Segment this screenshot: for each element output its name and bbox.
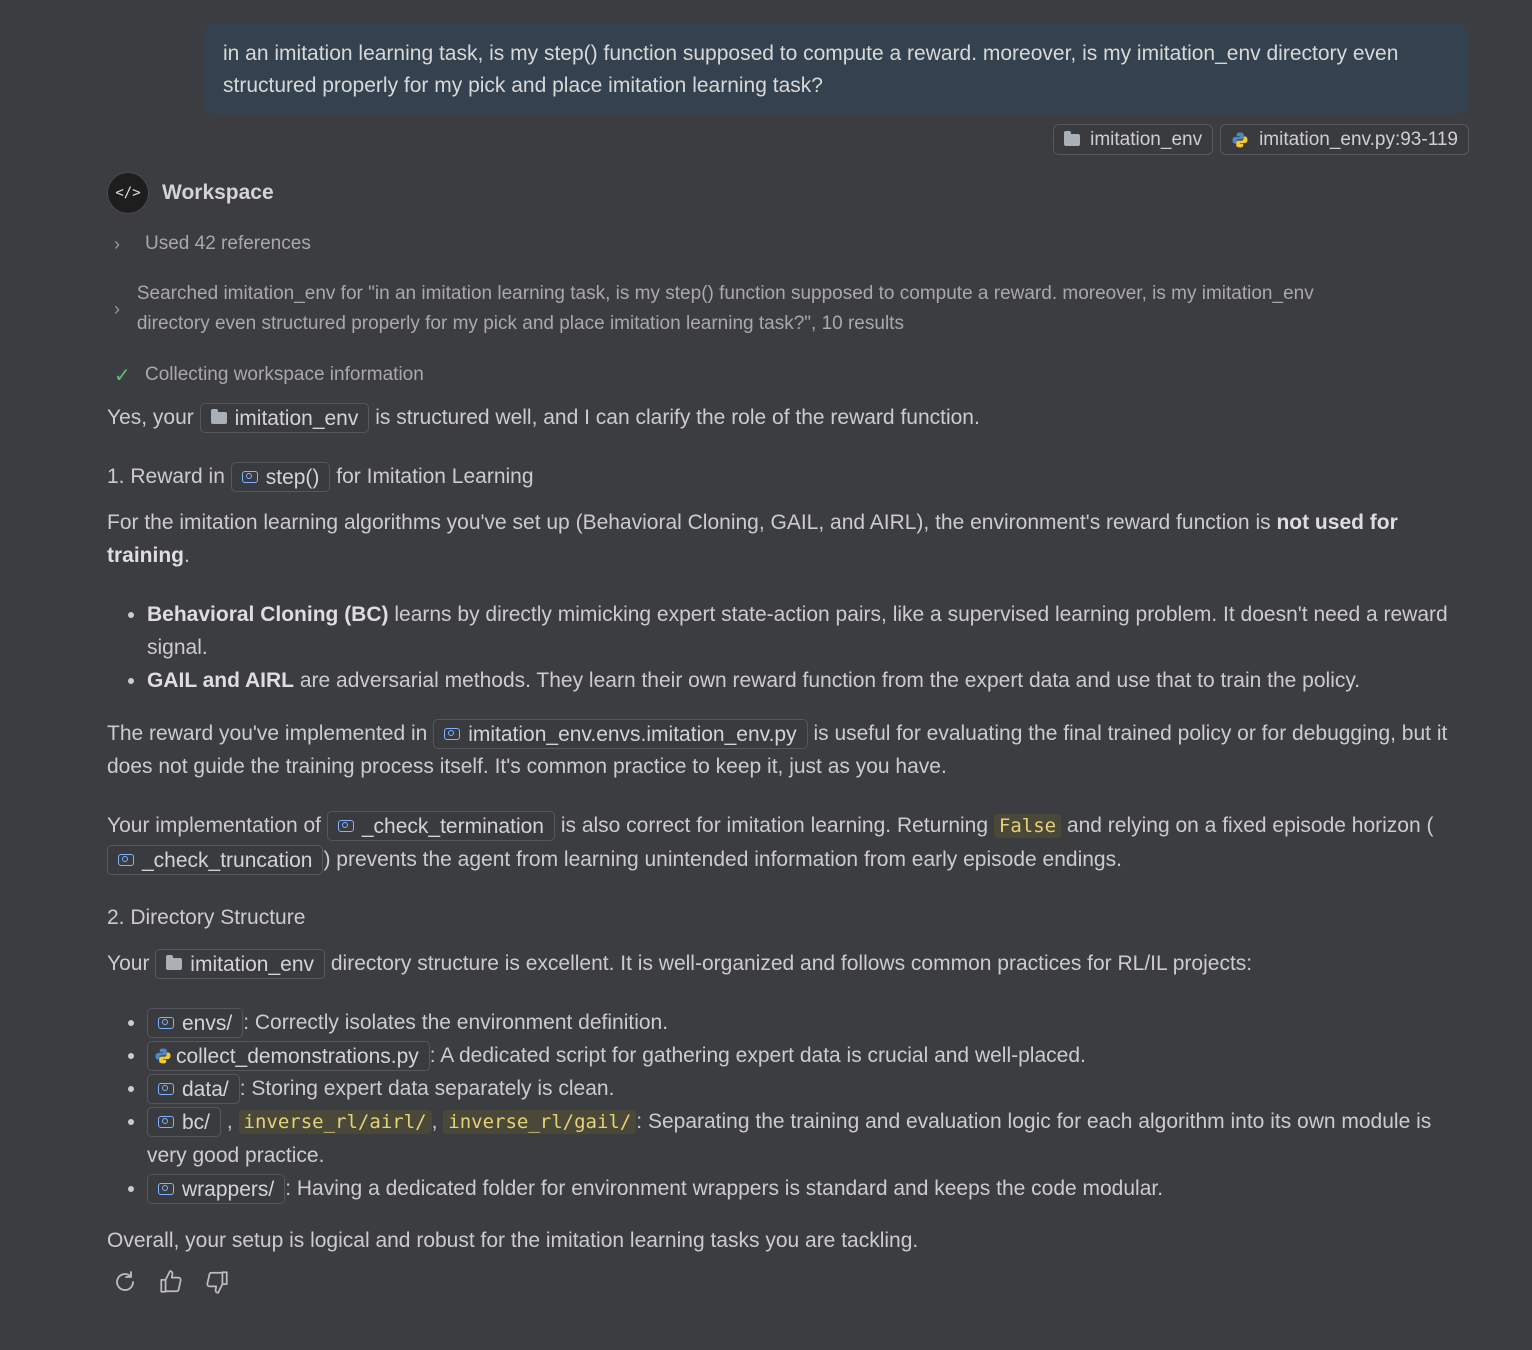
- list-item: bc/ , inverse_rl/airl/, inverse_rl/gail/…: [147, 1105, 1469, 1172]
- paragraph-reward: For the imitation learning algorithms yo…: [107, 511, 1398, 567]
- chevron-right-icon: ›: [114, 233, 120, 254]
- workspace-title: Workspace: [162, 181, 274, 204]
- list-item: wrappers/: Having a dedicated folder for…: [147, 1172, 1469, 1205]
- code-icon: </>: [107, 172, 149, 214]
- symbol-chip[interactable]: step(): [230, 462, 331, 493]
- inline-code: inverse_rl/gail/: [443, 1110, 637, 1134]
- attachment-label: imitation_env.py:93-119: [1259, 128, 1458, 150]
- symbol-chip[interactable]: data/: [147, 1074, 240, 1105]
- conclusion: Overall, your setup is logical and robus…: [107, 1229, 919, 1252]
- attachment-refs: imitation_env imitation_env.py:93-119: [1053, 124, 1469, 155]
- user-message: in an imitation learning task, is my ste…: [203, 24, 1469, 114]
- file-chip[interactable]: collect_demonstrations.py: [147, 1041, 430, 1072]
- thumbs-down-icon[interactable]: [204, 1268, 230, 1296]
- symbol-icon: [241, 471, 258, 484]
- folder-chip[interactable]: imitation_env: [155, 949, 326, 980]
- step-collecting: ✓ Collecting workspace information: [114, 364, 424, 387]
- symbol-icon: [118, 854, 134, 867]
- symbol-icon: [158, 1183, 174, 1196]
- directory-list: envs/: Correctly isolates the environmen…: [107, 1006, 1469, 1205]
- checkmark-icon: ✓: [114, 364, 131, 387]
- section-heading-directory: 2. Directory Structure: [107, 906, 306, 929]
- symbol-chip[interactable]: _check_truncation: [107, 845, 324, 876]
- folder-icon: [166, 955, 183, 971]
- symbol-chip[interactable]: wrappers/: [147, 1174, 286, 1205]
- attachment-chip-folder[interactable]: imitation_env: [1053, 124, 1214, 155]
- paragraph-reward-impl: The reward you've implemented in imitati…: [107, 717, 1469, 783]
- python-icon: [1232, 132, 1248, 147]
- list-item: Behavioral Cloning (BC) learns by direct…: [147, 598, 1469, 664]
- chevron-right-icon: ›: [114, 298, 120, 319]
- symbol-icon: [158, 1083, 174, 1096]
- attachment-label: imitation_env: [1090, 128, 1203, 150]
- python-icon: [155, 1048, 171, 1064]
- retry-icon[interactable]: [112, 1268, 138, 1296]
- paragraph-directory: Your imitation_env directory structure i…: [107, 947, 1469, 980]
- paragraph-termination: Your implementation of _check_terminatio…: [107, 809, 1469, 876]
- feedback-actions: [112, 1268, 230, 1296]
- list-item: collect_demonstrations.py: A dedicated s…: [147, 1039, 1469, 1072]
- symbol-chip[interactable]: envs/: [147, 1008, 244, 1039]
- list-item: GAIL and AIRL are adversarial methods. T…: [147, 664, 1469, 697]
- symbol-chip[interactable]: bc/: [147, 1107, 222, 1138]
- workspace-header: </> Workspace: [107, 172, 274, 214]
- symbol-icon: [158, 1017, 174, 1030]
- step-search[interactable]: › Searched imitation_env for "in an imit…: [114, 279, 1364, 339]
- list-item: envs/: Correctly isolates the environmen…: [147, 1006, 1469, 1039]
- algorithm-list: Behavioral Cloning (BC) learns by direct…: [107, 598, 1469, 697]
- thumbs-up-icon[interactable]: [158, 1268, 184, 1296]
- symbol-chip[interactable]: imitation_env.envs.imitation_env.py: [433, 719, 808, 750]
- step-references[interactable]: › Used 42 references: [114, 229, 311, 259]
- folder-icon: [210, 409, 227, 425]
- inline-code: inverse_rl/airl/: [238, 1110, 432, 1134]
- symbol-icon: [158, 1116, 174, 1129]
- answer-intro: Yes, your imitation_env is structured we…: [107, 401, 1469, 434]
- inline-code: False: [993, 814, 1062, 838]
- section-heading-reward: 1. Reward in step() for Imitation Learni…: [107, 460, 1469, 493]
- folder-chip[interactable]: imitation_env: [199, 403, 370, 434]
- symbol-icon: [444, 728, 461, 741]
- attachment-chip-file[interactable]: imitation_env.py:93-119: [1220, 124, 1469, 155]
- symbol-icon: [337, 820, 354, 833]
- list-item: data/: Storing expert data separately is…: [147, 1072, 1469, 1105]
- folder-icon: [1064, 130, 1081, 146]
- symbol-chip[interactable]: _check_termination: [326, 811, 555, 842]
